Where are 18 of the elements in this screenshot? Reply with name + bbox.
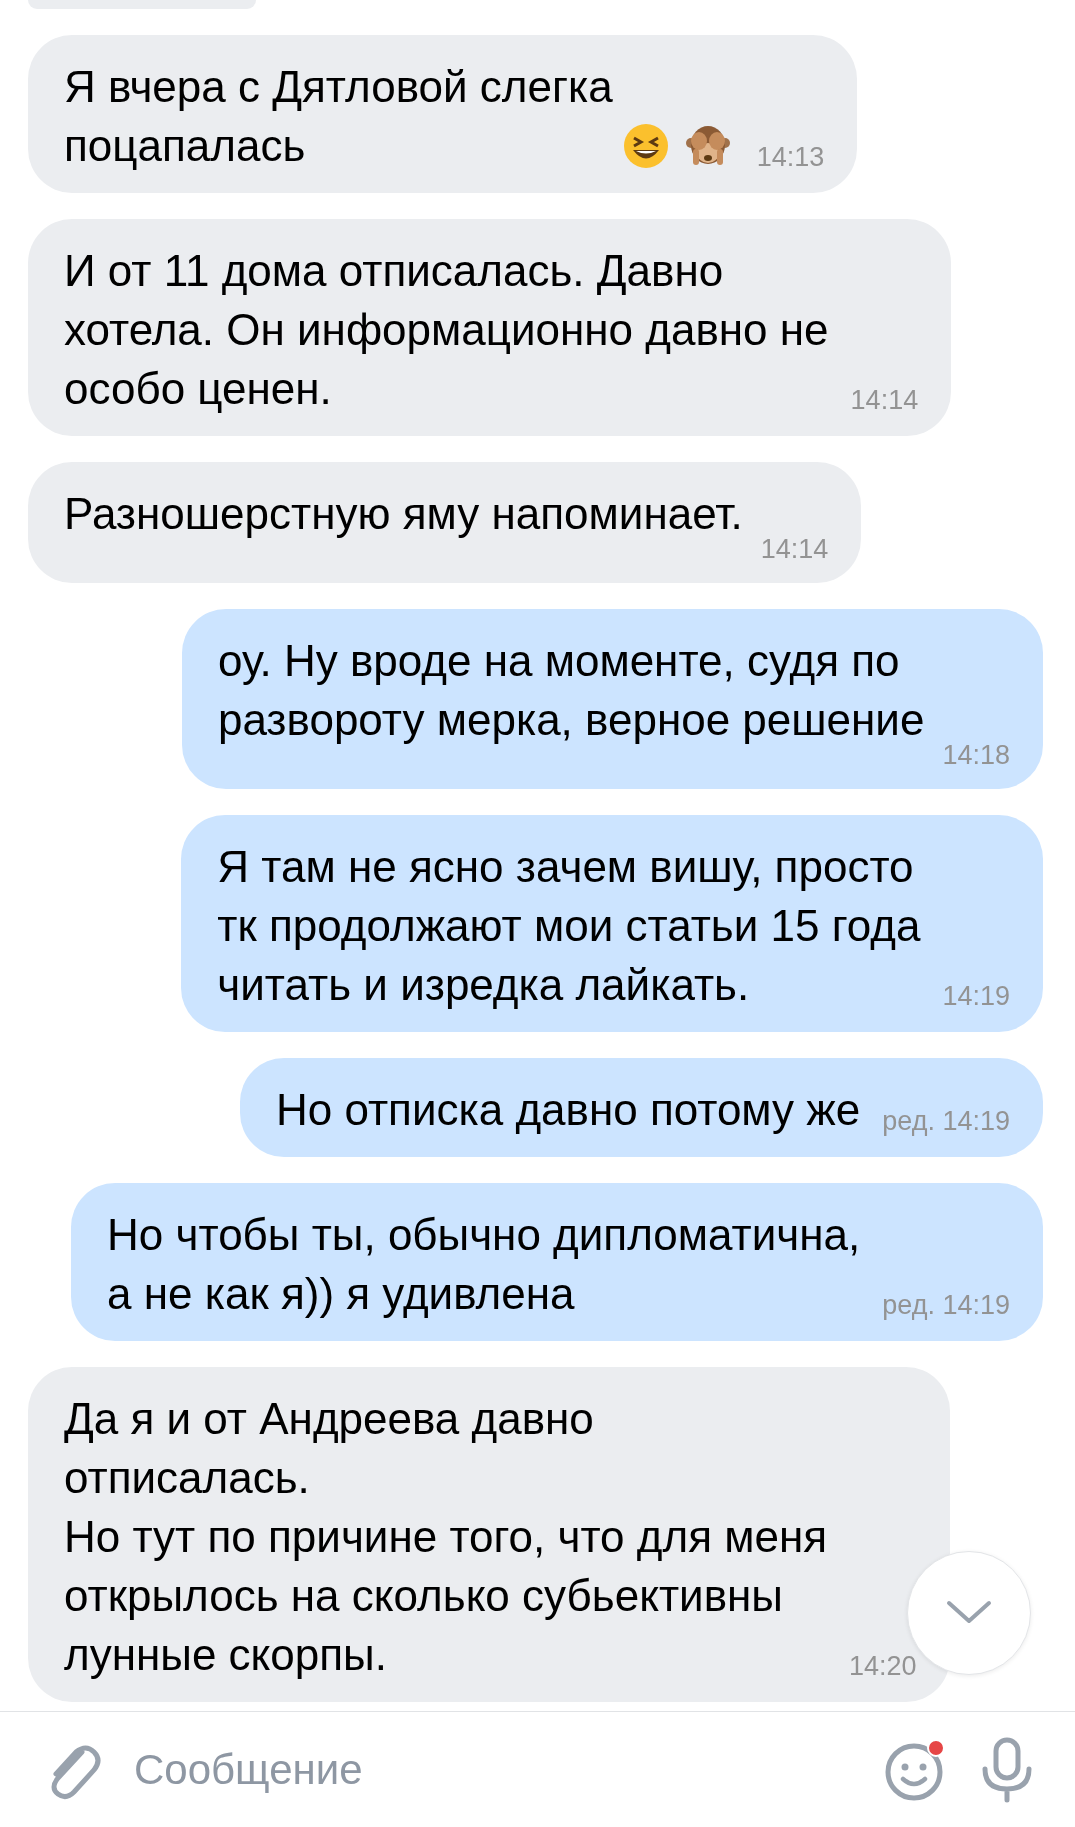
message-text: Я там не ясно зачем вишу, просто тк продолжают мои статьи 15 года читать и изредка лайкать. [217, 841, 921, 1011]
message-time: 14:14 [850, 384, 919, 417]
message-text: Я вчера с Дятловой слегка поцапалась [64, 61, 613, 172]
message-text: оу. Ну вроде на моменте, судя по развороту мерка, верное решение [217, 635, 925, 746]
message-text: Но отписка давно потому же [275, 1084, 861, 1136]
message-text: Разношерстную яму напоминает. [64, 488, 743, 540]
message-time: ред. 14:19 [882, 1289, 1010, 1322]
message-text: Но чтобы ты, обычно дипломатична, а не как я)) я удивлена [107, 1209, 861, 1320]
message-time: 14:20 [849, 1650, 917, 1683]
message-time: 14:18 [941, 739, 1010, 771]
message-input[interactable]: Сообщение [132, 1744, 853, 1795]
message-time: 14:13 [756, 141, 825, 174]
message-text: И от 11 дома отписалась. Давно хотела. Он информационно давно не особо ценен. [64, 245, 829, 415]
message-time: 14:14 [759, 533, 829, 565]
message-time: ред. 14:19 [882, 1105, 1010, 1138]
laughing-face-icon [622, 122, 669, 169]
message-text: Да я и от Андреева давно отписалась. Но тут по причине того, что для меня открылось на сколько субьективны лунные скорпы. [64, 1393, 828, 1681]
message-time: 14:19 [942, 980, 1010, 1013]
